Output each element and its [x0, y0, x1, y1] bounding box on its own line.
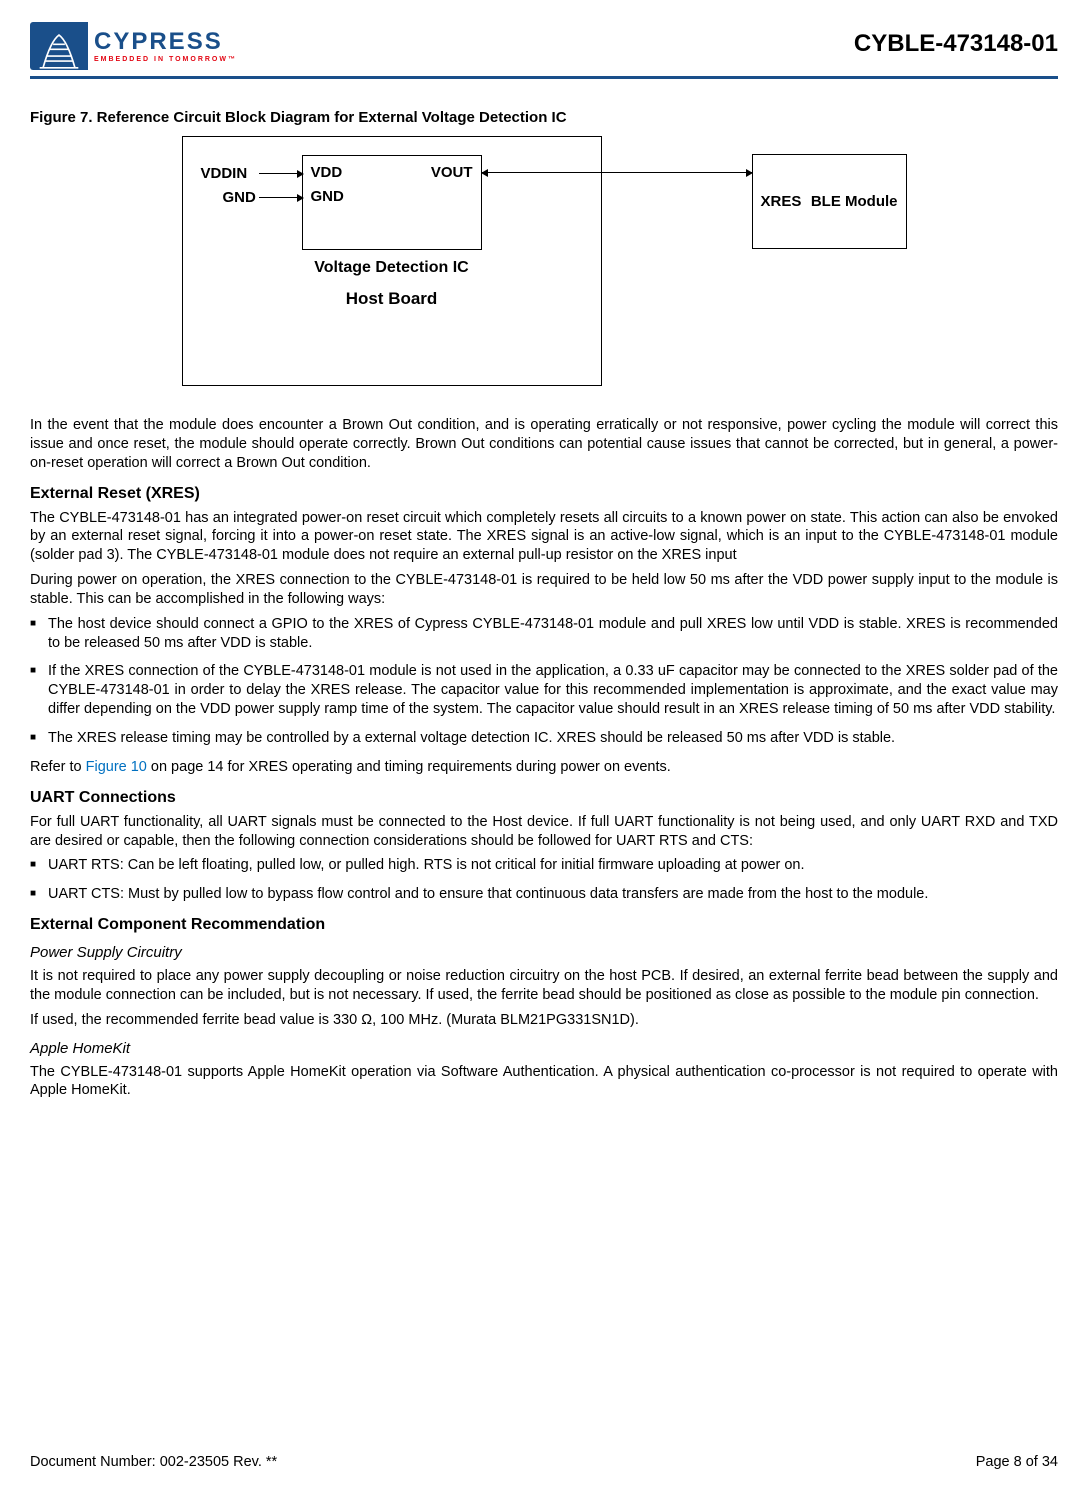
page-header: CYPRESS EMBEDDED IN TOMORROW™ CYBLE-4731… — [30, 20, 1058, 79]
xres-p1: The CYBLE-473148-01 has an integrated po… — [30, 509, 1058, 566]
uart-heading: UART Connections — [30, 789, 1058, 807]
uart-p1: For full UART functionality, all UART si… — [30, 813, 1058, 851]
vddin-wire — [259, 173, 303, 174]
uart-bullet-2: UART CTS: Must by pulled low to bypass f… — [30, 885, 1058, 904]
xres-bullet-1: The host device should connect a GPIO to… — [30, 615, 1058, 653]
host-board-block: VDDIN GND VDD GND VOUT Voltage Detection… — [182, 136, 602, 386]
vout-xres-wire — [482, 172, 752, 173]
figure-caption: Figure 7. Reference Circuit Block Diagra… — [30, 109, 1058, 126]
voltage-detection-ic-label: Voltage Detection IC — [183, 258, 601, 277]
doc-number: Document Number: 002-23505 Rev. ** — [30, 1454, 277, 1470]
uart-bullets: UART RTS: Can be left floating, pulled l… — [30, 856, 1058, 904]
cypress-tree-icon — [38, 32, 80, 70]
homekit-p: The CYBLE-473148-01 supports Apple HomeK… — [30, 1063, 1058, 1101]
page-footer: Document Number: 002-23505 Rev. ** Page … — [30, 1454, 1058, 1470]
logo-tagline: EMBEDDED IN TOMORROW™ — [94, 56, 237, 63]
block-diagram: VDDIN GND VDD GND VOUT Voltage Detection… — [30, 136, 1058, 386]
gnd-wire — [259, 197, 303, 198]
ble-module-label: BLE Module — [811, 193, 898, 210]
extcomp-heading: External Component Recommendation — [30, 916, 1058, 934]
xres-bullet-2: If the XRES connection of the CYBLE-4731… — [30, 662, 1058, 719]
vddin-label: VDDIN — [201, 165, 248, 182]
vout-pin: VOUT — [431, 164, 473, 181]
host-board-label: Host Board — [183, 289, 601, 309]
voltage-detection-ic-block: VDD GND VOUT — [302, 155, 482, 250]
part-number: CYBLE-473148-01 — [854, 30, 1058, 58]
xres-bullets: The host device should connect a GPIO to… — [30, 615, 1058, 748]
power-supply-p2: If used, the recommended ferrite bead va… — [30, 1011, 1058, 1030]
vdd-pin: VDD — [311, 164, 343, 181]
logo-text-main: CYPRESS — [94, 30, 237, 54]
page-number: Page 8 of 34 — [976, 1454, 1058, 1470]
power-supply-subheading: Power Supply Circuitry — [30, 944, 1058, 961]
xres-p3: Refer to Figure 10 on page 14 for XRES o… — [30, 758, 1058, 777]
gnd-in-label: GND — [223, 189, 256, 206]
gnd-pin: GND — [311, 188, 344, 205]
xres-label: XRES — [761, 193, 802, 210]
logo-mark — [30, 22, 88, 70]
logo: CYPRESS EMBEDDED IN TOMORROW™ — [30, 20, 237, 72]
xres-heading: External Reset (XRES) — [30, 485, 1058, 503]
figure10-link[interactable]: Figure 10 — [86, 759, 147, 775]
homekit-subheading: Apple HomeKit — [30, 1040, 1058, 1057]
uart-bullet-1: UART RTS: Can be left floating, pulled l… — [30, 856, 1058, 875]
xres-p2: During power on operation, the XRES conn… — [30, 571, 1058, 609]
ble-module-block: XRES BLE Module — [752, 154, 907, 249]
power-supply-p1: It is not required to place any power su… — [30, 967, 1058, 1005]
para-brownout: In the event that the module does encoun… — [30, 416, 1058, 473]
xres-bullet-3: The XRES release timing may be controlle… — [30, 729, 1058, 748]
